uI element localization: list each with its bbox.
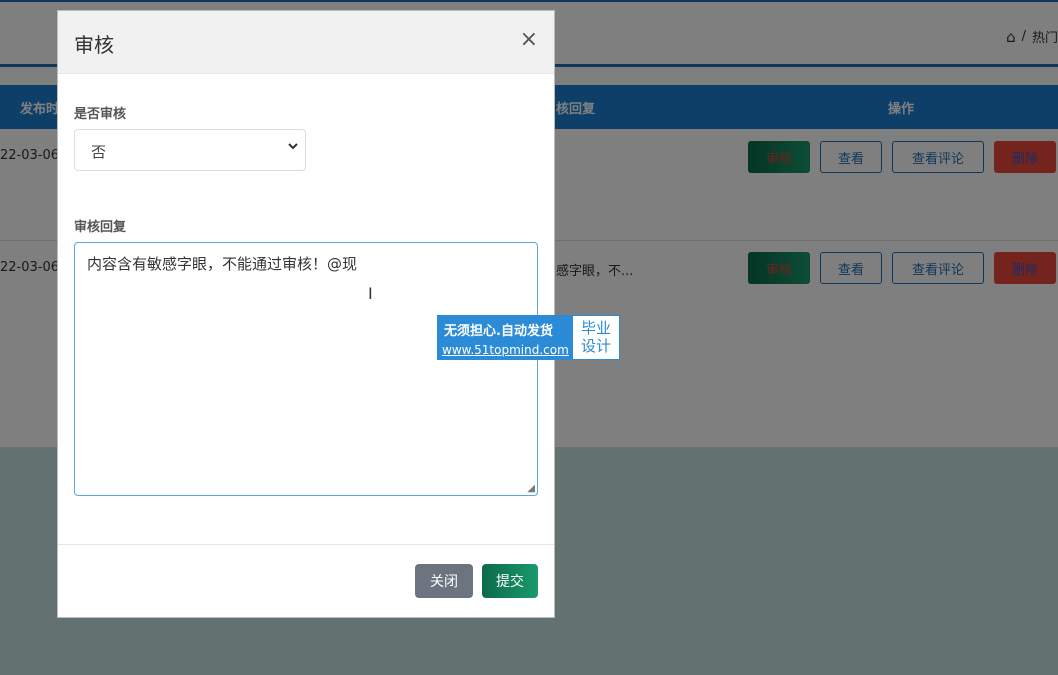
text-cursor-icon: I [368, 284, 373, 303]
submit-button[interactable]: 提交 [482, 564, 538, 598]
audit-status-value: 否 [91, 143, 107, 161]
modal-header: 审核 × [58, 11, 554, 74]
watermark-badge-line2: 设计 [580, 337, 611, 355]
watermark-slogan: 无须担心.自动发货 [444, 324, 553, 339]
watermark-url: www.51topmind.com [442, 343, 569, 357]
audit-modal: 审核 × 是否审核 否 审核回复 内容含有敏感字眼，不能通过审核！@现 ◢ 关闭… [57, 10, 555, 618]
audit-reply-label: 审核回复 [74, 220, 127, 235]
audit-status-select[interactable]: 否 [74, 129, 306, 171]
close-icon[interactable]: × [520, 27, 538, 52]
watermark-badge-line1: 毕业 [580, 319, 611, 337]
close-button[interactable]: 关闭 [415, 564, 473, 598]
resize-handle-icon[interactable]: ◢ [527, 483, 535, 494]
modal-footer: 关闭 提交 [58, 544, 554, 618]
modal-title: 审核 [74, 33, 114, 57]
watermark-badge: 毕业 设计 [573, 316, 619, 359]
audit-reply-value: 内容含有敏感字眼，不能通过审核！@现 [87, 255, 358, 273]
audit-reply-textarea[interactable]: 内容含有敏感字眼，不能通过审核！@现 ◢ [74, 242, 538, 496]
watermark-banner: 无须担心.自动发货 www.51topmind.com 毕业 设计 [437, 315, 620, 360]
audit-status-label: 是否审核 [74, 107, 127, 122]
chevron-down-icon [287, 140, 299, 155]
